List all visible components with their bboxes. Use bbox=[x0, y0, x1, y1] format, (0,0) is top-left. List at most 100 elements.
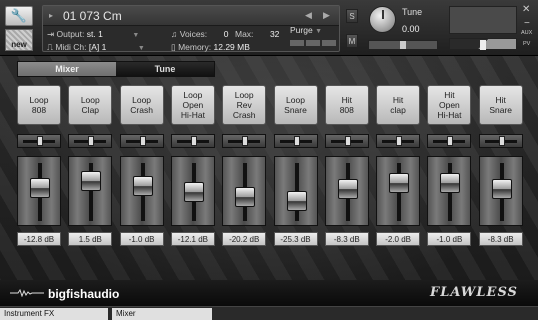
cpu-meter bbox=[290, 40, 336, 46]
fader-handle[interactable] bbox=[491, 178, 512, 199]
prev-instrument-icon[interactable]: ◀ bbox=[305, 10, 312, 21]
channel-pad-button[interactable]: Loop Rev Crash bbox=[222, 85, 267, 125]
max-label: Max: bbox=[235, 29, 254, 39]
pan-handle[interactable] bbox=[242, 136, 249, 146]
channel-pan-slider[interactable] bbox=[170, 134, 215, 148]
instrument-fx-tab[interactable]: Instrument FX bbox=[0, 308, 108, 320]
channel-db-readout: -8.3 dB bbox=[324, 232, 369, 246]
channel-db-readout: -20.2 dB bbox=[222, 232, 267, 246]
mixer-status-tab[interactable]: Mixer bbox=[112, 308, 212, 320]
new-label: new bbox=[11, 40, 27, 49]
channel-pad-button[interactable]: Hit Snare bbox=[478, 85, 523, 125]
channel-db-readout: -1.0 dB bbox=[427, 232, 472, 246]
channel-fader[interactable] bbox=[170, 156, 215, 226]
fader-handle[interactable] bbox=[132, 175, 153, 196]
tune-knob[interactable] bbox=[369, 6, 396, 33]
channel-pan-slider[interactable] bbox=[376, 134, 421, 148]
minimize-icon[interactable]: − bbox=[524, 18, 530, 29]
aux-button[interactable]: AUX bbox=[521, 30, 532, 36]
channel-pad-button[interactable]: Loop Clap bbox=[68, 85, 113, 125]
pv-button[interactable]: PV bbox=[523, 41, 530, 47]
fader-handle[interactable] bbox=[30, 178, 50, 199]
dropdown-arrow-icon: ▼ bbox=[108, 45, 145, 52]
next-instrument-icon[interactable]: ▶ bbox=[323, 10, 330, 21]
fader-handle[interactable] bbox=[337, 179, 358, 200]
close-icon[interactable]: ✕ bbox=[522, 4, 530, 15]
max-value: 32 bbox=[269, 29, 280, 39]
instrument-icon[interactable]: new bbox=[5, 29, 33, 51]
mute-button[interactable]: M bbox=[346, 34, 358, 48]
pan-handle[interactable] bbox=[293, 136, 300, 146]
brand-footer: bigfishaudio FLAWLESS bbox=[0, 280, 538, 306]
voices-label: Voices: bbox=[179, 29, 208, 39]
channel-pan-slider[interactable] bbox=[478, 134, 523, 148]
solo-button[interactable]: S bbox=[346, 9, 358, 23]
collapse-icon[interactable]: ▸ bbox=[49, 11, 53, 20]
output-level-display bbox=[449, 6, 517, 34]
pan-handle[interactable] bbox=[498, 136, 505, 146]
instrument-name[interactable]: 01 073 Cm bbox=[63, 9, 122, 23]
instrument-name-row: ▸ 01 073 Cm ◀ ▶ bbox=[43, 6, 339, 26]
channel-pan-slider[interactable] bbox=[119, 134, 164, 148]
channel-fader[interactable] bbox=[478, 156, 523, 226]
channel-fader[interactable] bbox=[68, 156, 113, 226]
fader-handle[interactable] bbox=[81, 170, 102, 191]
output-value: st. 1 bbox=[86, 29, 103, 39]
max-voices-field[interactable]: Max: 32 bbox=[235, 29, 279, 39]
channel-fader[interactable] bbox=[119, 156, 164, 226]
pan-handle[interactable] bbox=[344, 136, 351, 146]
tab-mixer[interactable]: Mixer bbox=[18, 62, 116, 76]
fader-handle[interactable] bbox=[235, 186, 256, 207]
channel-pad-button[interactable]: Loop 808 bbox=[17, 85, 61, 125]
channel-pan-slider[interactable] bbox=[273, 134, 318, 148]
channel-pad-button[interactable]: Hit Open Hi-Hat bbox=[427, 85, 472, 125]
fader-handle[interactable] bbox=[183, 181, 204, 202]
channel-pan-slider[interactable] bbox=[427, 134, 472, 148]
channel-fader[interactable] bbox=[324, 156, 369, 226]
pan-handle[interactable] bbox=[447, 136, 454, 146]
channel-pan-slider[interactable] bbox=[17, 134, 61, 148]
pan-handle[interactable] bbox=[88, 136, 95, 146]
channel-pan-slider[interactable] bbox=[68, 134, 113, 148]
channel-pad-button[interactable]: Loop Crash bbox=[119, 85, 164, 125]
fader-handle[interactable] bbox=[286, 190, 307, 211]
memory-label: Memory: bbox=[178, 42, 212, 52]
channel-pad-button[interactable]: Loop Open Hi-Hat bbox=[170, 85, 215, 125]
channel-fader[interactable] bbox=[376, 156, 421, 226]
product-logo: FLAWLESS bbox=[430, 285, 518, 300]
channel-db-readout: -12.1 dB bbox=[170, 232, 215, 246]
channel-db-readout: -1.0 dB bbox=[119, 232, 164, 246]
pan-slider[interactable] bbox=[368, 40, 438, 50]
voices-value: 0 bbox=[223, 29, 229, 39]
midi-label: Midi Ch: bbox=[55, 42, 87, 52]
channel-pan-slider[interactable] bbox=[324, 134, 369, 148]
pan-handle[interactable] bbox=[190, 136, 197, 146]
output-icon: ⇥ bbox=[47, 29, 55, 39]
fader-handle[interactable] bbox=[440, 172, 461, 193]
output-field[interactable]: ⇥ Output: st. 1 ▼ bbox=[47, 29, 139, 40]
channel-fader[interactable] bbox=[222, 156, 267, 226]
pan-handle[interactable] bbox=[139, 136, 146, 146]
channel-db-readout: -8.3 dB bbox=[478, 232, 523, 246]
channel-fader[interactable] bbox=[273, 156, 318, 226]
tune-value: 0.00 bbox=[402, 24, 420, 34]
channel-pad-button[interactable]: Hit 808 bbox=[324, 85, 369, 125]
purge-label: Purge bbox=[290, 25, 313, 35]
dropdown-arrow-icon: ▼ bbox=[315, 28, 322, 35]
channel-pan-slider[interactable] bbox=[222, 134, 267, 148]
channel-fader[interactable] bbox=[17, 156, 61, 226]
brand-logo: bigfishaudio bbox=[48, 287, 120, 301]
midi-channel-field[interactable]: ⎍ Midi Ch: [A] 1 ▼ bbox=[47, 42, 145, 53]
fader-handle[interactable] bbox=[389, 172, 410, 193]
channel-fader[interactable] bbox=[427, 156, 472, 226]
midi-icon: ⎍ bbox=[47, 42, 53, 52]
wrench-icon[interactable]: 🔧 bbox=[5, 6, 33, 26]
pan-handle[interactable] bbox=[37, 136, 43, 146]
channel-pad-button[interactable]: Loop Snare bbox=[273, 85, 318, 125]
purge-dropdown[interactable]: Purge ▼ bbox=[290, 25, 336, 37]
tab-tune[interactable]: Tune bbox=[116, 62, 214, 76]
channel-pad-button[interactable]: Hit clap bbox=[376, 85, 421, 125]
dropdown-arrow-icon: ▼ bbox=[105, 32, 140, 39]
volume-slider-handle[interactable] bbox=[480, 40, 486, 50]
pan-handle[interactable] bbox=[396, 136, 403, 146]
